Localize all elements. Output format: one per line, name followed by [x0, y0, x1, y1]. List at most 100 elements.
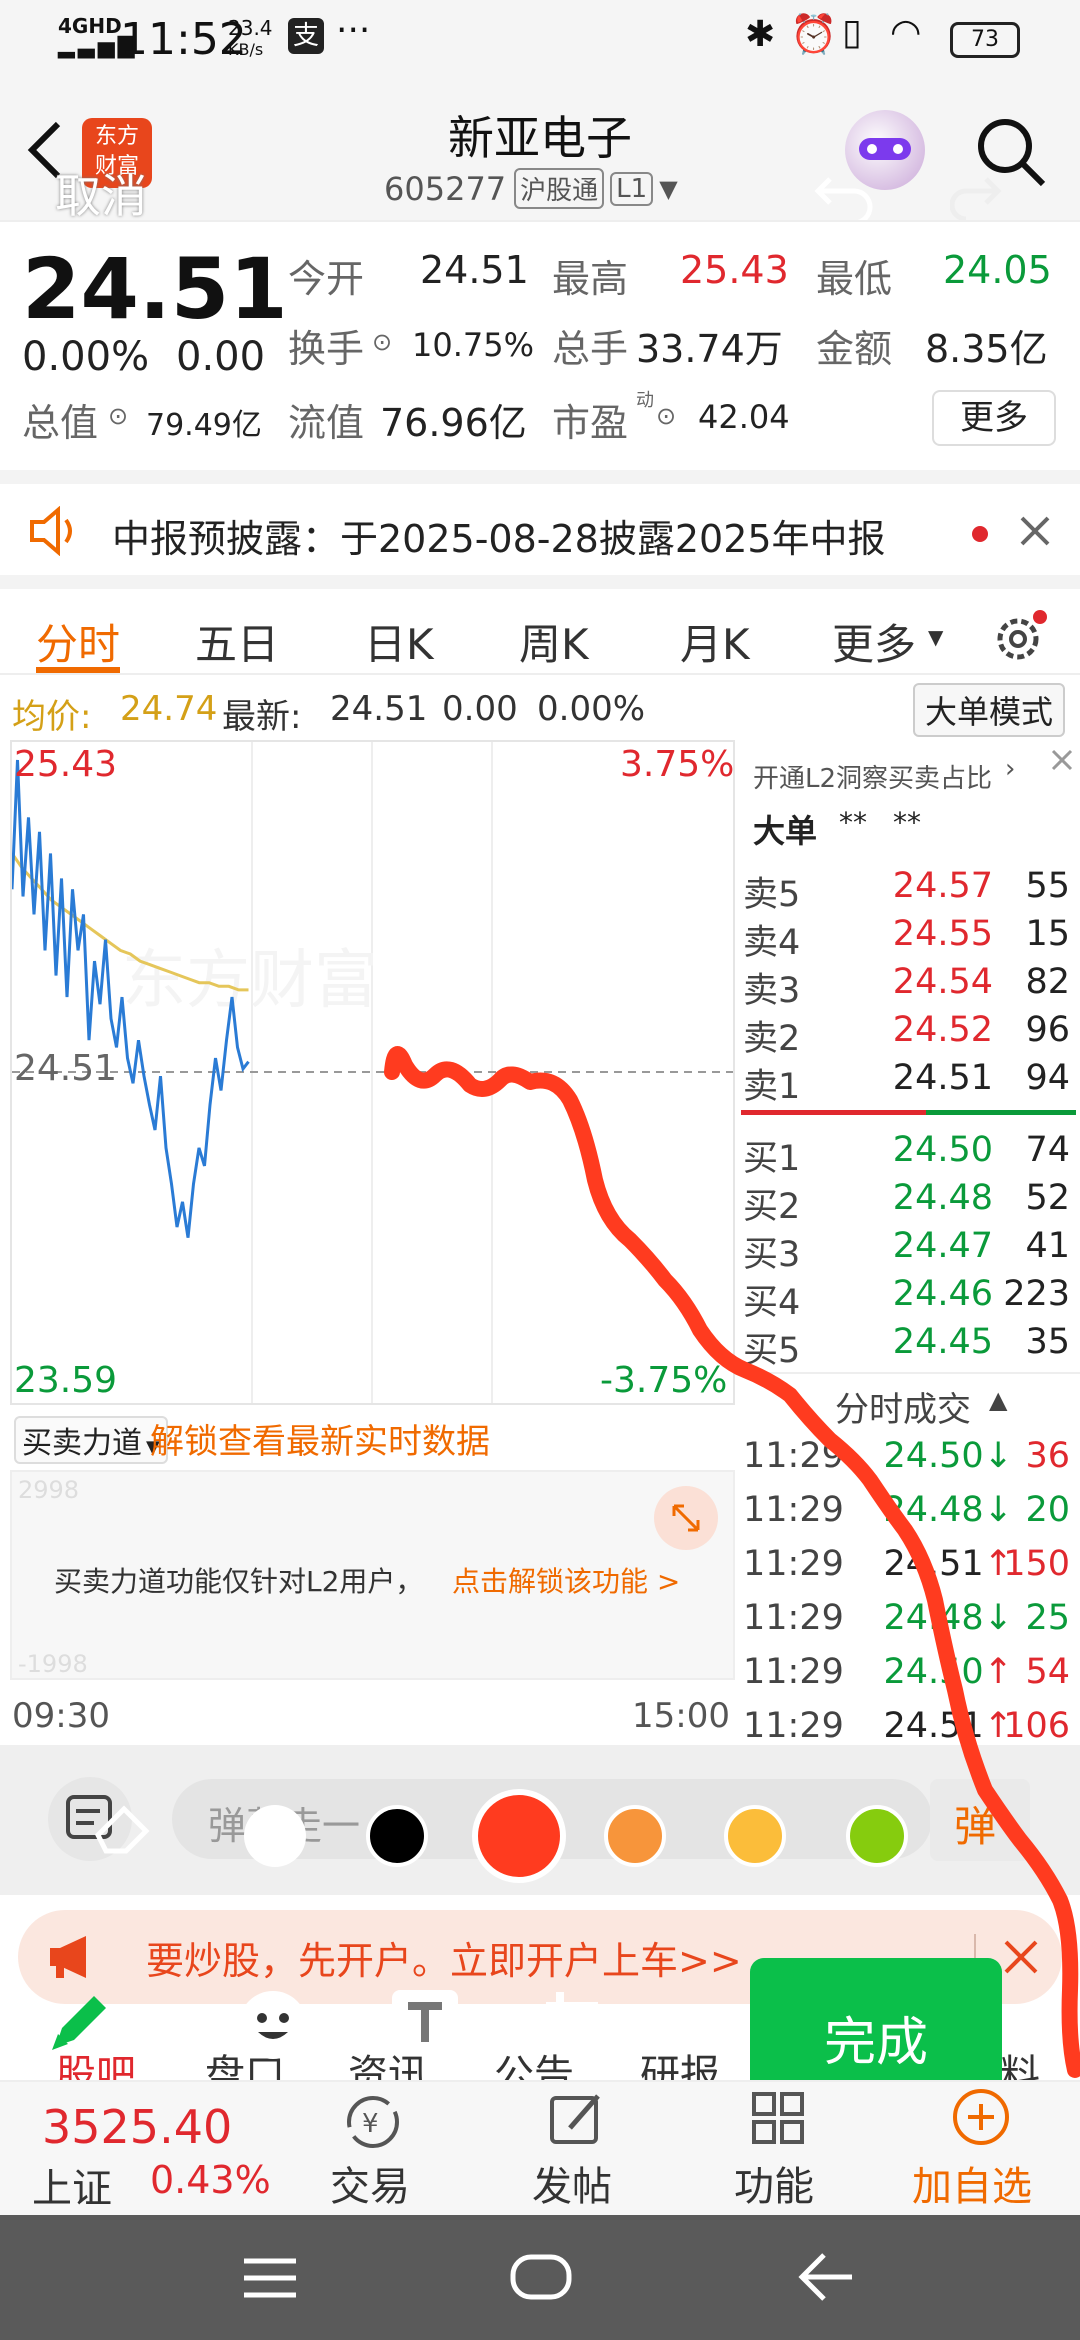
- close-icon[interactable]: [1018, 514, 1052, 548]
- latest-label: 最新:: [222, 697, 302, 737]
- search-icon[interactable]: [975, 116, 1049, 190]
- color-green-swatch[interactable]: [846, 1805, 908, 1867]
- expand-icon[interactable]: [654, 1486, 718, 1550]
- ask-row: 卖5 24.57 55: [743, 866, 1070, 915]
- function-label[interactable]: 功能: [734, 2154, 814, 2212]
- tab-more[interactable]: 更多: [832, 611, 916, 672]
- tab-weekly-k[interactable]: 周K: [519, 611, 589, 672]
- notice-bar[interactable]: 中报预披露：于2025-08-28披露2025年中报: [0, 470, 1080, 575]
- unread-dot: [972, 526, 988, 542]
- info-icon[interactable]: ⊙: [108, 402, 128, 430]
- close-icon[interactable]: [1050, 748, 1074, 772]
- big-order-mode-button[interactable]: 大单模式: [913, 683, 1066, 737]
- color-white-swatch[interactable]: [244, 1805, 306, 1867]
- color-yellow-swatch[interactable]: [724, 1805, 786, 1867]
- color-black-swatch[interactable]: [366, 1805, 428, 1867]
- bid-row: 买5 24.45 35: [743, 1322, 1070, 1371]
- big-order-label: 大单: [753, 812, 818, 850]
- tick-row: 11:29 24.50↓ 36: [743, 1436, 1070, 1476]
- l2-insight-link[interactable]: 开通L2洞察买卖占比: [753, 758, 992, 795]
- pct-bottom-label: -3.75%: [600, 1360, 728, 1401]
- color-red-swatch[interactable]: [472, 1789, 566, 1883]
- status-bar: 4GHD ▂▃▅▇ 11:52 23.4 KB/s 支 ··· ✱ ⏰ ▯ ◠ …: [0, 0, 1080, 80]
- color-orange-swatch[interactable]: [604, 1805, 666, 1867]
- locked-indicator-area[interactable]: 2998 -1998 买卖力道功能仅针对L2用户， 点击解锁该功能 >: [10, 1470, 735, 1680]
- info-icon[interactable]: ⊙: [372, 328, 392, 356]
- change-pct: 0.00%: [22, 334, 150, 380]
- annotation-toolbar: 弹幕走一 弹: [0, 1745, 1080, 1895]
- chart-tabs: 分时 五日 日K 周K 月K 更多 ▼: [0, 575, 1080, 675]
- index-name: 上证: [32, 2166, 112, 2212]
- pe-dynamic-mark: 动: [636, 390, 654, 411]
- caret-up-icon: ▲: [989, 1386, 1008, 1414]
- barrage-icon: 弹: [954, 1802, 997, 1851]
- unlock-feature-link[interactable]: 点击解锁该功能 >: [452, 1560, 680, 1600]
- intraday-chart[interactable]: 东方财富 25.43 24.51 23.59 3.75% -3.75%: [10, 740, 735, 1405]
- text-tool-icon[interactable]: [390, 1988, 460, 2058]
- megaphone-icon: [50, 1936, 86, 1978]
- ask-row: 卖1 24.51 94: [743, 1058, 1070, 1107]
- bid-row: 买2 24.48 52: [743, 1178, 1070, 1227]
- tick-row: 11:29 24.50↑ 54: [743, 1652, 1070, 1692]
- tab-five-day[interactable]: 五日: [195, 611, 279, 672]
- turnover-label: 换手: [288, 327, 365, 371]
- float-label: 流值: [288, 401, 365, 445]
- bluetooth-icon: ✱: [745, 14, 776, 55]
- pct-top-label: 3.75%: [620, 744, 735, 785]
- net-speed: 23.4: [228, 16, 273, 40]
- stock-code: 605277: [384, 169, 507, 208]
- menu-icon[interactable]: [242, 2255, 298, 2301]
- y-top-label: 25.43: [14, 744, 118, 785]
- tab-monthly-k[interactable]: 月K: [680, 611, 750, 672]
- info-icon[interactable]: ⊙: [656, 402, 676, 430]
- indicator-bottom-value: -1998: [18, 1650, 88, 1678]
- eraser-icon[interactable]: [80, 1795, 170, 1855]
- ask-row: 卖4 24.55 15: [743, 914, 1070, 963]
- function-icon[interactable]: [748, 2088, 808, 2148]
- indicator-selector[interactable]: 买卖力道 ▼: [14, 1416, 168, 1464]
- amount-value: 8.35亿: [925, 327, 1048, 371]
- amount-label: 金额: [816, 327, 893, 371]
- home-icon[interactable]: [510, 2251, 572, 2303]
- crop-icon[interactable]: [540, 1986, 616, 2062]
- y-bottom-label: 23.59: [14, 1360, 118, 1401]
- close-icon[interactable]: [1002, 1938, 1040, 1976]
- bid-ratio-bar: [926, 1110, 1076, 1115]
- market-tag: 沪股通: [514, 168, 605, 209]
- tab-daily-k[interactable]: 日K: [364, 611, 434, 672]
- low-label: 最低: [816, 257, 893, 301]
- unlock-realtime-link[interactable]: 解锁查看最新实时数据: [150, 1414, 490, 1463]
- active-tab-indicator: [36, 667, 120, 673]
- cancel-button[interactable]: 取消: [55, 160, 147, 226]
- alipay-icon: 支: [288, 18, 324, 54]
- tick-row: 11:29 24.51↑ 150: [743, 1544, 1070, 1584]
- gear-icon[interactable]: [990, 607, 1050, 667]
- post-icon[interactable]: [546, 2088, 606, 2148]
- robot-avatar[interactable]: [845, 110, 925, 190]
- index-value[interactable]: 3525.40: [42, 2100, 232, 2154]
- system-nav-bar: [0, 2215, 1080, 2340]
- notice-text: 中报预披露：于2025-08-28披露2025年中报: [112, 517, 886, 561]
- pe-label: 市盈: [552, 401, 629, 445]
- stock-code-row[interactable]: 605277 沪股通 L1 ▼: [384, 168, 678, 209]
- trade-icon[interactable]: ¥: [340, 2092, 406, 2152]
- barrage-toggle[interactable]: 弹: [930, 1779, 1030, 1861]
- avg-value: 24.74: [120, 689, 218, 729]
- pen-icon[interactable]: [42, 1984, 118, 2060]
- back-icon[interactable]: [796, 2249, 856, 2305]
- more-button[interactable]: 更多: [932, 390, 1056, 446]
- trade-label[interactable]: 交易: [330, 2154, 410, 2212]
- mcap-value: 79.49亿: [146, 408, 262, 443]
- promo-text: 要炒股，先开户。立即开户上车>>: [146, 1939, 742, 1983]
- more-notifications-icon: ···: [336, 10, 371, 51]
- tab-intraday[interactable]: 分时: [36, 611, 120, 672]
- tick-row: 11:29 24.48↓ 25: [743, 1598, 1070, 1638]
- add-watchlist-label[interactable]: 加自选: [912, 2154, 1032, 2212]
- index-pct: 0.43%: [150, 2158, 271, 2202]
- ticks-title[interactable]: 分时成交: [835, 1382, 971, 1431]
- post-label[interactable]: 发帖: [532, 2154, 612, 2212]
- add-watchlist-icon[interactable]: [950, 2086, 1012, 2148]
- high-value: 25.43: [680, 248, 789, 292]
- emoji-icon[interactable]: [236, 1988, 310, 2062]
- indicator-top-value: 2998: [18, 1476, 80, 1504]
